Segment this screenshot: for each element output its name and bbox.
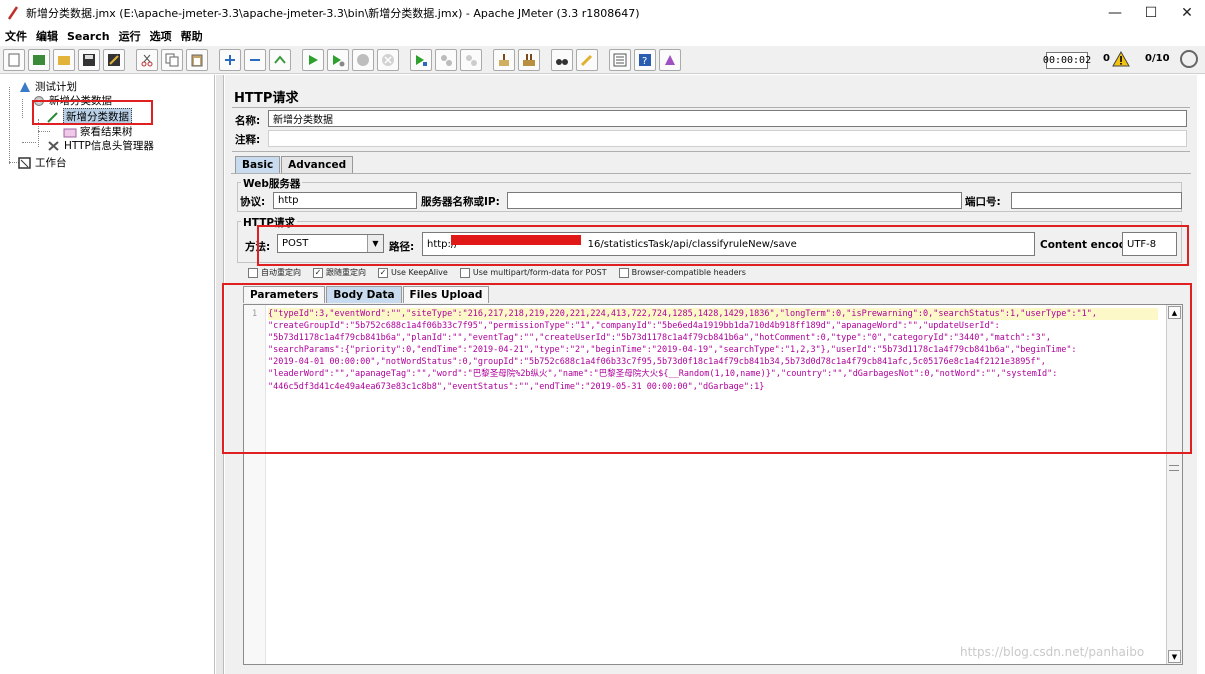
clear-all-icon[interactable] bbox=[518, 48, 540, 71]
options-row: 自动重定向 ✓ 跟随重定向 ✓ Use KeepAlive Use multipar… bbox=[248, 267, 758, 278]
test-plan-icon bbox=[20, 81, 30, 92]
tree-item-test-plan[interactable]: 测试计划 bbox=[18, 79, 77, 94]
tree-item-label: 工作台 bbox=[35, 157, 67, 169]
server-label: 服务器名称或IP: bbox=[421, 196, 500, 208]
server-field[interactable] bbox=[507, 192, 962, 209]
checkbox-checked[interactable]: ✓ bbox=[378, 267, 388, 278]
web-server-title: Web服务器 bbox=[241, 176, 303, 191]
svg-text:?: ? bbox=[642, 56, 647, 67]
shutdown-icon[interactable] bbox=[377, 48, 399, 71]
option-keepalive[interactable]: ✓ Use KeepAlive bbox=[378, 267, 448, 278]
port-label: 端口号: bbox=[965, 196, 1001, 208]
protocol-field[interactable]: http bbox=[273, 192, 417, 209]
remote-stop-icon[interactable] bbox=[435, 48, 457, 71]
warning-icon[interactable] bbox=[1112, 51, 1130, 67]
help-icon[interactable]: ? bbox=[634, 48, 656, 71]
comment-field[interactable] bbox=[268, 130, 1187, 147]
workbench-icon bbox=[18, 156, 31, 169]
tree-item-label: HTTP信息头管理器 bbox=[64, 140, 154, 152]
stop-icon[interactable] bbox=[352, 48, 374, 71]
expand-icon[interactable] bbox=[219, 48, 241, 71]
toggle-icon[interactable] bbox=[269, 48, 291, 71]
start-icon[interactable] bbox=[302, 48, 324, 71]
open-icon[interactable] bbox=[53, 48, 75, 71]
protocol-label: 协议: bbox=[240, 196, 266, 208]
minimize-button[interactable]: — bbox=[1097, 0, 1133, 26]
option-follow-redirect[interactable]: ✓ 跟随重定向 bbox=[313, 267, 366, 278]
option-label: Use KeepAlive bbox=[391, 268, 448, 277]
globe-icon[interactable] bbox=[1180, 50, 1198, 68]
new-icon[interactable] bbox=[3, 48, 25, 71]
copy-icon[interactable] bbox=[161, 48, 183, 71]
scroll-grip[interactable] bbox=[1169, 465, 1179, 471]
close-button[interactable]: ✕ bbox=[1169, 0, 1205, 26]
tree-item-header-manager[interactable]: HTTP信息头管理器 bbox=[47, 138, 154, 153]
port-field[interactable] bbox=[1011, 192, 1182, 209]
remote-shutdown-icon[interactable] bbox=[460, 48, 482, 71]
panel-title: HTTP请求 bbox=[234, 91, 299, 106]
save-icon[interactable] bbox=[78, 48, 100, 71]
name-label: 名称: bbox=[235, 115, 261, 127]
checkbox[interactable] bbox=[459, 267, 470, 278]
option-label: Use multipart/form-data for POST bbox=[472, 268, 607, 277]
toolbar: ? bbox=[0, 46, 1205, 74]
start-no-pause-icon[interactable] bbox=[327, 48, 349, 71]
elapsed-timer: 00:00:02 bbox=[1043, 52, 1091, 69]
function-helper-icon[interactable] bbox=[609, 48, 631, 71]
tree-item-view-results-tree[interactable]: 察看结果树 bbox=[63, 124, 133, 139]
remote-start-icon[interactable] bbox=[410, 48, 432, 71]
maximize-button[interactable]: ☐ bbox=[1133, 0, 1169, 26]
option-label: Browser-compatible headers bbox=[631, 268, 746, 277]
window-title: 新增分类数据.jmx (E:\apache-jmeter-3.3\apache-… bbox=[26, 7, 640, 20]
option-label: 跟随重定向 bbox=[326, 268, 366, 277]
menu-edit[interactable]: 编辑 bbox=[36, 28, 58, 44]
chart-icon bbox=[63, 128, 77, 137]
tree-item-workbench[interactable]: 工作台 bbox=[18, 155, 67, 170]
menu-run[interactable]: 运行 bbox=[119, 28, 141, 44]
highlight-box bbox=[32, 100, 153, 125]
binoculars-icon[interactable] bbox=[551, 48, 573, 71]
save-as-icon[interactable] bbox=[103, 48, 125, 71]
tab-basic[interactable]: Basic bbox=[235, 156, 281, 173]
highlight-box bbox=[222, 283, 1192, 454]
menu-file[interactable]: 文件 bbox=[5, 28, 27, 44]
wrench-icon bbox=[48, 140, 59, 151]
paste-icon[interactable] bbox=[186, 48, 208, 71]
active-threads: 0/10 bbox=[1145, 53, 1170, 64]
menu-help[interactable]: 帮助 bbox=[181, 28, 203, 44]
menu-bar: 文件 编辑 Search 运行 选项 帮助 bbox=[0, 26, 1205, 46]
checkbox[interactable] bbox=[618, 267, 629, 278]
checkbox[interactable] bbox=[248, 267, 258, 278]
name-field[interactable]: 新增分类数据 bbox=[268, 110, 1187, 127]
comment-label: 注释: bbox=[235, 134, 261, 146]
jmeter-feather-icon bbox=[7, 6, 19, 20]
option-browser-headers[interactable]: Browser-compatible headers bbox=[618, 267, 746, 278]
reset-search-icon[interactable] bbox=[576, 48, 598, 71]
tab-advanced[interactable]: Advanced bbox=[281, 156, 354, 173]
plugins-icon[interactable] bbox=[659, 48, 681, 71]
cut-icon[interactable] bbox=[136, 48, 158, 71]
option-multipart[interactable]: Use multipart/form-data for POST bbox=[459, 267, 607, 278]
menu-search[interactable]: Search bbox=[67, 30, 110, 43]
watermark: https://blog.csdn.net/panhaibo bbox=[960, 645, 1145, 659]
test-plan-tree: 测试计划 新增分类数据 新增分类数据 察看结果树 HTTP信息头管理器 工作台 bbox=[0, 75, 215, 674]
tree-item-label: 察看结果树 bbox=[80, 126, 133, 138]
option-label: 自动重定向 bbox=[261, 268, 301, 277]
warning-count: 0 bbox=[1103, 53, 1110, 64]
highlight-box bbox=[257, 225, 1189, 266]
clear-icon[interactable] bbox=[493, 48, 515, 71]
title-bar: 新增分类数据.jmx (E:\apache-jmeter-3.3\apache-… bbox=[0, 0, 1205, 26]
menu-options[interactable]: 选项 bbox=[150, 28, 172, 44]
templates-icon[interactable] bbox=[28, 48, 50, 71]
scroll-down-icon[interactable]: ▼ bbox=[1168, 650, 1181, 663]
collapse-icon[interactable] bbox=[244, 48, 266, 71]
tree-item-label: 测试计划 bbox=[35, 81, 77, 93]
checkbox-checked[interactable]: ✓ bbox=[313, 267, 323, 278]
option-auto-redirect[interactable]: 自动重定向 bbox=[248, 267, 301, 278]
